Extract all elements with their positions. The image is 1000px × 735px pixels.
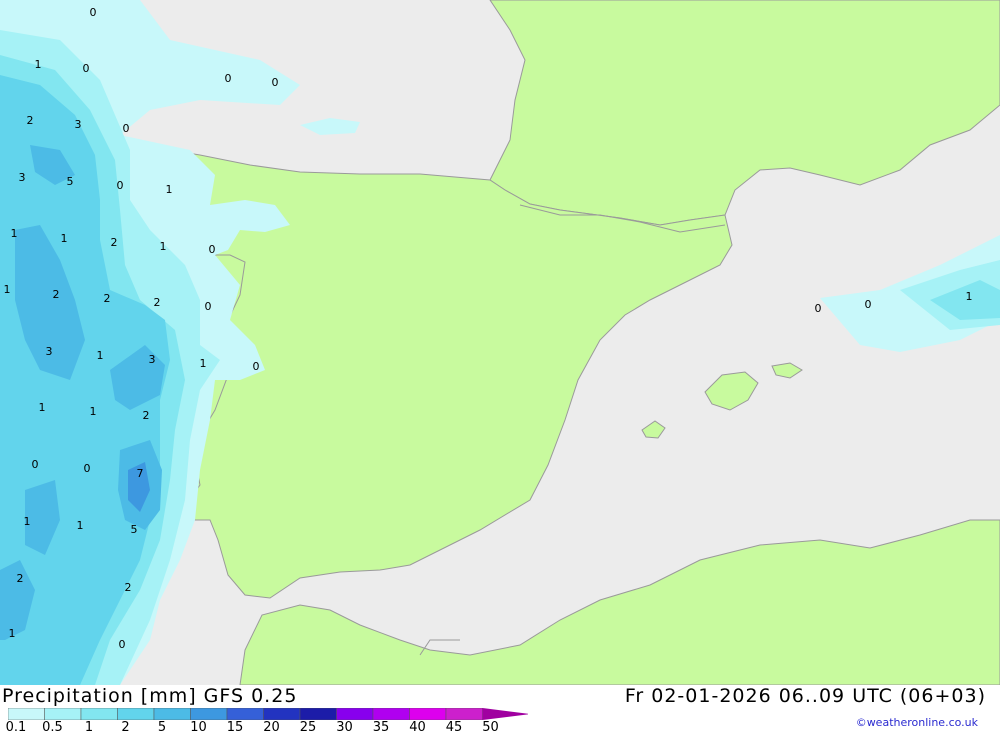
footer: Precipitation [mm] GFS 0.25 Fr 02-01-202…	[0, 685, 1000, 735]
precip-value-label: 0	[32, 458, 39, 471]
precip-value-label: 0	[83, 62, 90, 75]
precip-value-label: 3	[46, 345, 53, 358]
precip-value-label: 3	[75, 118, 82, 131]
precip-value-label: 0	[119, 638, 126, 651]
precip-value-label: 7	[137, 467, 144, 480]
precip-value-label: 1	[166, 183, 173, 196]
legend-arrow	[482, 708, 528, 720]
precip-value-label: 0	[865, 298, 872, 311]
precip-value-label: 3	[19, 171, 26, 184]
precip-value-label: 0	[90, 6, 97, 19]
legend-swatch	[299, 708, 337, 720]
legend-swatch	[190, 708, 228, 720]
precip-value-label: 1	[97, 349, 104, 362]
precip-value-label: 0	[272, 76, 279, 89]
precip-value-label: 2	[104, 292, 111, 305]
legend-swatch	[153, 708, 191, 720]
precip-value-label: 1	[200, 357, 207, 370]
color-legend	[8, 708, 528, 720]
precip-value-label: 0	[225, 72, 232, 85]
precip-value-label: 1	[966, 290, 973, 303]
legend-swatch	[44, 708, 82, 720]
legend-swatch	[117, 708, 155, 720]
precip-value-label: 2	[17, 572, 24, 585]
precip-value-label: 1	[90, 405, 97, 418]
precip-value-label: 1	[39, 401, 46, 414]
precip-value-label: 1	[9, 627, 16, 640]
legend-swatch	[226, 708, 264, 720]
precip-value-label: 2	[143, 409, 150, 422]
precip-value-label: 2	[27, 114, 34, 127]
precipitation-map: 0 1 0 0 0 2 3 0 3 5 0 1 1 1 2 1 0 1 2 2 2 0 3 1 3 1 0 1 1 2 0 0 7 1 1 5 2 2 1 0…	[0, 0, 1000, 685]
legend-swatch	[8, 708, 45, 720]
precip-value-label: 5	[67, 175, 74, 188]
precip-value-label: 5	[131, 523, 138, 536]
precip-value-label: 1	[11, 227, 18, 240]
precip-value-label: 1	[4, 283, 11, 296]
precip-value-label: 0	[123, 122, 130, 135]
legend-swatch	[372, 708, 410, 720]
valid-time: Fr 02-01-2026 06..09 UTC (06+03)	[624, 685, 986, 707]
precip-value-label: 0	[815, 302, 822, 315]
precip-value-label: 1	[35, 58, 42, 71]
legend-swatch	[445, 708, 483, 720]
precip-value-label: 3	[149, 353, 156, 366]
precip-value-label: 2	[154, 296, 161, 309]
precip-value-label: 2	[111, 236, 118, 249]
legend-swatch	[336, 708, 374, 720]
legend-swatch	[263, 708, 301, 720]
precip-value-label: 0	[117, 179, 124, 192]
precip-value-label: 1	[160, 240, 167, 253]
precip-value-label: 2	[125, 581, 132, 594]
credit-link[interactable]: ©weatheronline.co.uk	[856, 716, 978, 729]
product-title: Precipitation [mm] GFS 0.25	[2, 685, 298, 707]
precip-value-label: 1	[24, 515, 31, 528]
precip-value-label: 0	[209, 243, 216, 256]
precip-value-label: 1	[77, 519, 84, 532]
precip-value-label: 1	[61, 232, 68, 245]
precip-value-label: 0	[84, 462, 91, 475]
legend-swatch	[80, 708, 118, 720]
precip-value-label: 0	[205, 300, 212, 313]
precip-value-label: 2	[53, 288, 60, 301]
legend-swatch	[409, 708, 447, 720]
precip-value-label: 0	[253, 360, 260, 373]
